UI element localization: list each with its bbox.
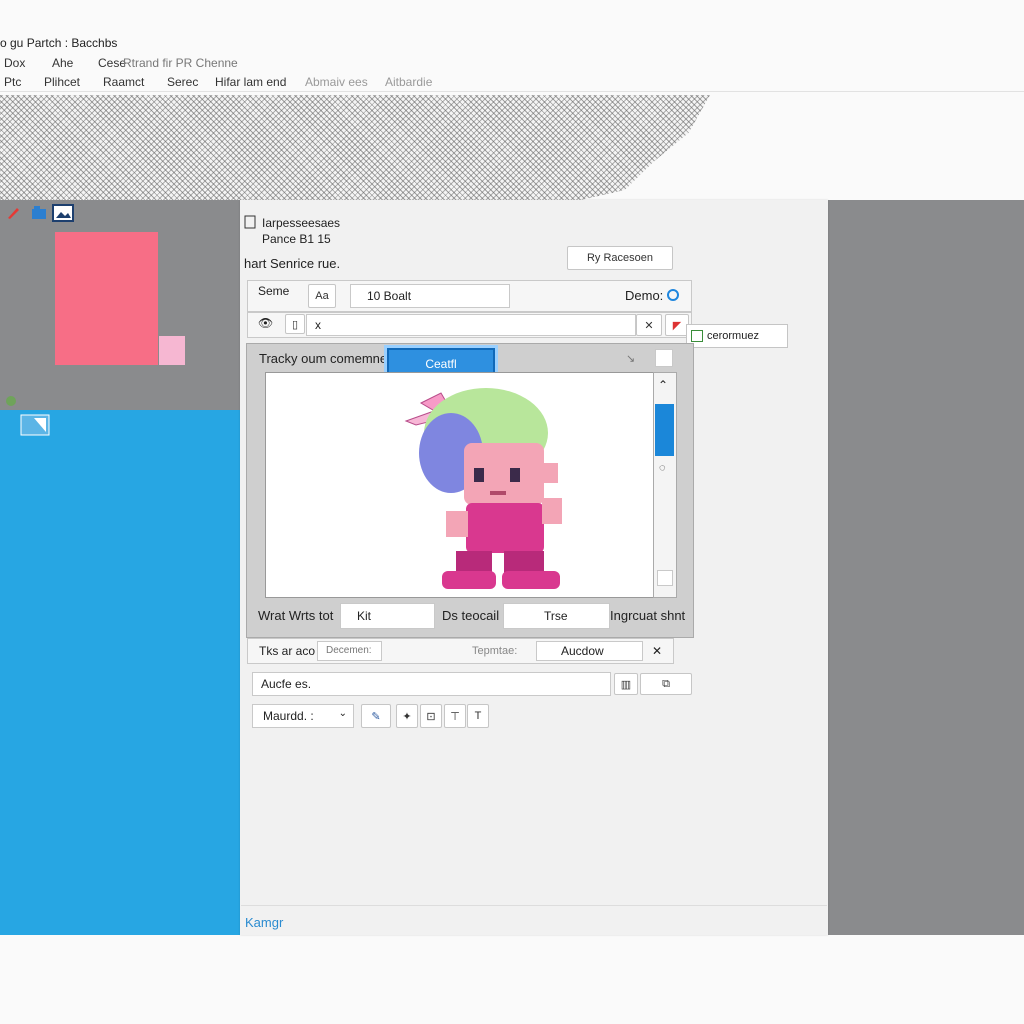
blue-tab-icon[interactable] <box>32 206 46 219</box>
scrollbar-thumb[interactable] <box>655 404 674 456</box>
canvas-caption: Tracky oum comemner <box>259 351 392 366</box>
tooltip: cerormuez <box>686 324 788 348</box>
row3-label: Tks ar aco <box>259 644 316 658</box>
row-label: Seme <box>258 284 290 298</box>
text-icon[interactable]: T <box>467 704 489 728</box>
menu-item[interactable]: Plihcet <box>44 75 80 89</box>
menu-item[interactable]: Dox <box>4 56 25 70</box>
magic-icon[interactable]: ✦ <box>396 704 418 728</box>
tooltip-text: cerormuez <box>707 330 759 342</box>
pixel-character-image <box>404 388 562 589</box>
image-canvas[interactable] <box>265 372 655 598</box>
resize-icon[interactable]: ↘ <box>626 352 635 365</box>
footer-label[interactable]: Kamgr <box>245 915 283 930</box>
dropdown-select[interactable]: Maurdd. : ⌄ <box>252 704 354 728</box>
menubar-top: Dox Ahe Cese Rtrand fir PR Chenne <box>0 54 1024 70</box>
menu-item[interactable]: Ptc <box>4 75 21 89</box>
radio-button[interactable] <box>667 289 679 301</box>
menu-item[interactable]: Serec <box>167 75 198 89</box>
crop-icon[interactable]: ⊡ <box>420 704 442 728</box>
field-label: Ds teocail <box>442 608 500 623</box>
eye-icon[interactable]: 👁 <box>258 316 273 330</box>
image-icon[interactable] <box>52 204 74 222</box>
color-swatch[interactable] <box>55 232 158 365</box>
row2-input[interactable]: x <box>306 314 636 336</box>
clipboard-icon[interactable]: ▥ <box>614 673 638 695</box>
copy-icon[interactable]: ⧉ <box>640 673 692 695</box>
field-input[interactable]: Kit <box>340 603 435 629</box>
radio-label: Demo: <box>625 288 664 303</box>
field-label: Wrat Wrts tot <box>258 608 334 623</box>
left-panel-lower <box>0 410 240 935</box>
field-label: Ingrcuat shnt <box>610 608 686 623</box>
canvas-checkbox[interactable] <box>655 349 673 367</box>
divider <box>241 905 827 906</box>
font-icon[interactable]: Aa <box>308 284 336 308</box>
select-field[interactable]: Decemen: <box>317 641 382 661</box>
dialog-subheading: Pance B1 15 <box>262 232 331 246</box>
section-label: hart Senrice rue. <box>244 256 341 271</box>
menu-item[interactable]: Aitbardie <box>385 75 432 89</box>
select-field[interactable]: Aucdow <box>536 641 643 661</box>
right-panel <box>828 200 1024 935</box>
pen-icon[interactable]: ✎ <box>361 704 391 728</box>
button-label: Ry Racesoen <box>586 252 654 264</box>
scroll-marker-icon[interactable]: ◌ <box>659 462 666 474</box>
row3-label2: Tepmtae: <box>472 645 518 657</box>
menu-item[interactable]: Ahe <box>52 56 73 70</box>
menu-item[interactable]: Rtrand fir PR Chenne <box>123 56 238 70</box>
layer-icon[interactable] <box>4 394 18 408</box>
top-right-button[interactable]: Ry Racesoen <box>567 246 673 270</box>
menu-item[interactable]: Abmaiv ees <box>305 75 368 89</box>
close-icon[interactable]: ✕ <box>636 314 662 336</box>
menu-item[interactable]: Raamct <box>103 75 144 89</box>
dialog-heading: Iarpesseesaes <box>262 216 341 230</box>
search-input[interactable]: Aucfe es. <box>252 672 611 696</box>
color-swatch-small[interactable] <box>159 336 185 365</box>
chevron-down-icon: ⌄ <box>338 708 347 719</box>
texture-pattern <box>0 95 710 203</box>
close-icon[interactable]: ✕ <box>652 644 662 658</box>
checkbox-icon[interactable] <box>20 414 50 436</box>
row1-input[interactable]: 10 Boalt <box>350 284 510 308</box>
scroll-down-icon[interactable] <box>657 570 673 586</box>
app-icon <box>244 215 256 229</box>
window-title: o gu Partch : Bacchbs <box>0 36 118 50</box>
red-feather-icon[interactable] <box>6 206 20 220</box>
tooltip-icon <box>691 330 703 342</box>
doc-icon[interactable]: ▯ <box>285 314 305 334</box>
create-button-label: Ceatfl <box>425 357 457 371</box>
menu-item[interactable]: Cese <box>98 56 126 70</box>
align-icon[interactable]: ⊤ <box>444 704 466 728</box>
menubar-main: Ptc Plihcet Raamct Serec Hifar lam end A… <box>0 73 1024 92</box>
field-input[interactable]: Trse <box>503 603 610 629</box>
menu-item[interactable]: Hifar lam end <box>215 75 286 89</box>
scroll-up-icon[interactable]: ⌃ <box>658 378 668 392</box>
